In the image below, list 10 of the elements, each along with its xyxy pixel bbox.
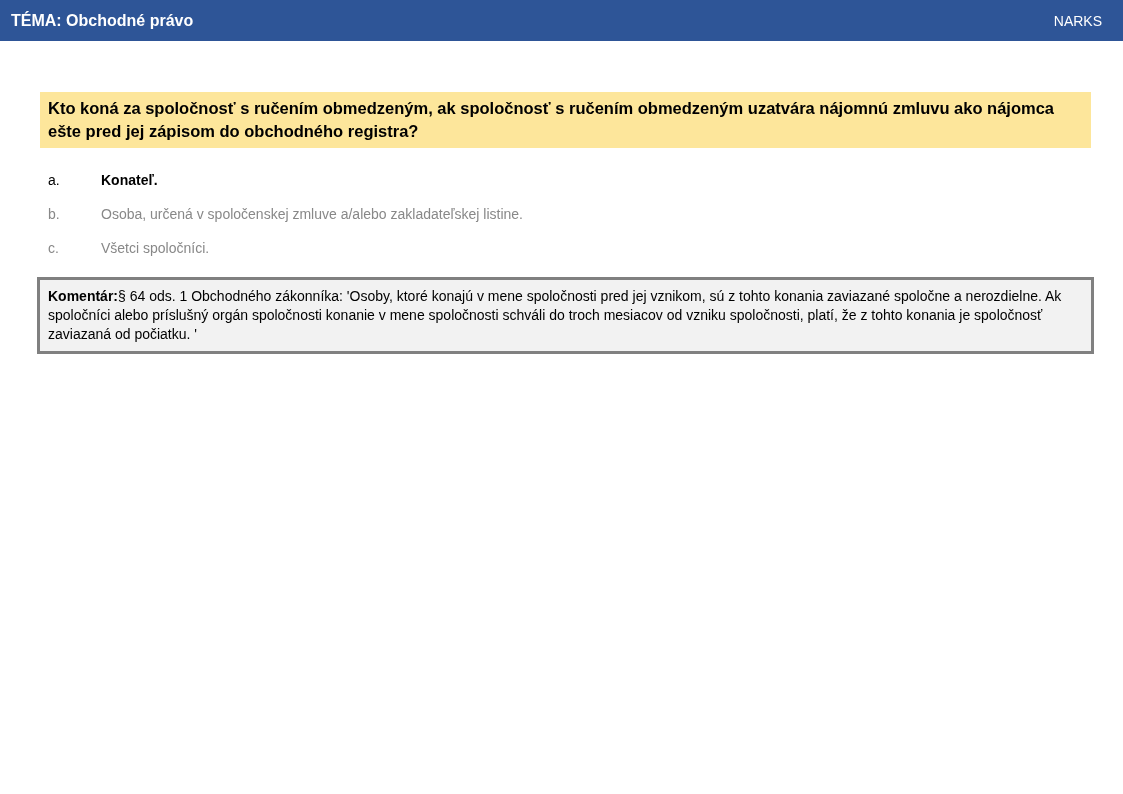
answer-text: Osoba, určená v spoločenskej zmluve a/alebo zakladateľskej listine. (101, 206, 523, 223)
answer-letter: b. (48, 206, 61, 223)
answer-text: Všetci spoločníci. (101, 240, 210, 257)
answer-letter: a. (48, 172, 61, 189)
comment-text: Komentár:§ 64 ods. 1 Obchodného zákonníka: 'Osoby, ktoré konajú v mene spoločnosti pred jej vznikom, sú z tohto konania zaviazané spoločne a nerozdielne. Ak spoločníci alebo príslušný orgán spoločnosti konanie v mene spoločnosti schváli do troch mesiacov od vzniku spoločnosti, platí, že z tohto konania je spoločnosť zaviazaná od počiatku. ' (37, 277, 1094, 354)
topic-title: TÉMA: Obchodné právo (11, 11, 194, 30)
answer-text: Konateľ. (101, 172, 158, 189)
answer-letter: c. (48, 240, 60, 257)
brand-name: NARKS (1053, 12, 1102, 29)
question-text: Kto koná za spoločnosť s ručením obmedzeným, ak spoločnosť s ručením obmedzeným uzatvára nájomnú zmluvu ako nájomca ešte pred jej zápisom do obchodného registra? (40, 92, 1091, 148)
